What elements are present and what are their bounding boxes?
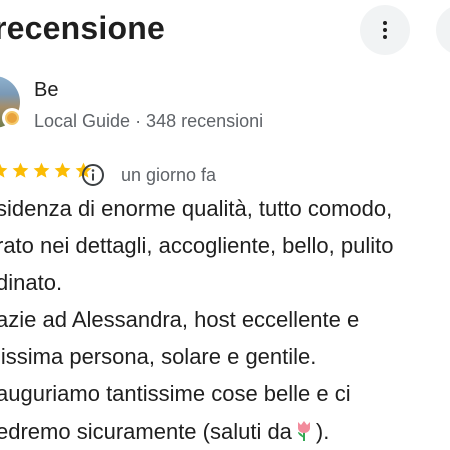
star-icon (12, 162, 29, 178)
page-title: recensione (0, 10, 165, 46)
review-line: dinato. (0, 270, 63, 295)
reviewer-name[interactable]: Be (34, 79, 58, 102)
more-vert-icon (383, 21, 387, 39)
reviewer-meta: Local Guide · 348 recensioni (34, 111, 264, 131)
info-icon[interactable] (81, 163, 105, 187)
local-guide-badge-icon (2, 108, 22, 128)
star-icon (54, 162, 71, 178)
review-line: azie ad Alessandra, host eccellente e (0, 307, 360, 332)
review-page: recensione Be Local Guide · 348 recensio… (0, 0, 450, 450)
tulip-icon (297, 421, 310, 441)
review-line: rato nei dettagli, accogliente, bello, p… (0, 233, 394, 258)
star-icon (33, 162, 50, 178)
more-options-button[interactable] (360, 5, 410, 55)
review-line-end: ). (315, 419, 330, 444)
review-line: sidenza di enorme qualità, tutto comodo, (0, 196, 393, 221)
review-time: un giorno fa (121, 165, 217, 185)
star-icon (0, 163, 8, 178)
star-rating (0, 161, 93, 180)
review-line-last: edremo sicuramente (saluti da ). (0, 418, 329, 445)
review-line-text: edremo sicuramente (saluti da (0, 419, 292, 444)
review-line: lissima persona, solare e gentile. (0, 344, 317, 369)
review-line: auguriamo tantissime cose belle e ci (0, 381, 351, 406)
header-action-button[interactable] (436, 5, 450, 55)
